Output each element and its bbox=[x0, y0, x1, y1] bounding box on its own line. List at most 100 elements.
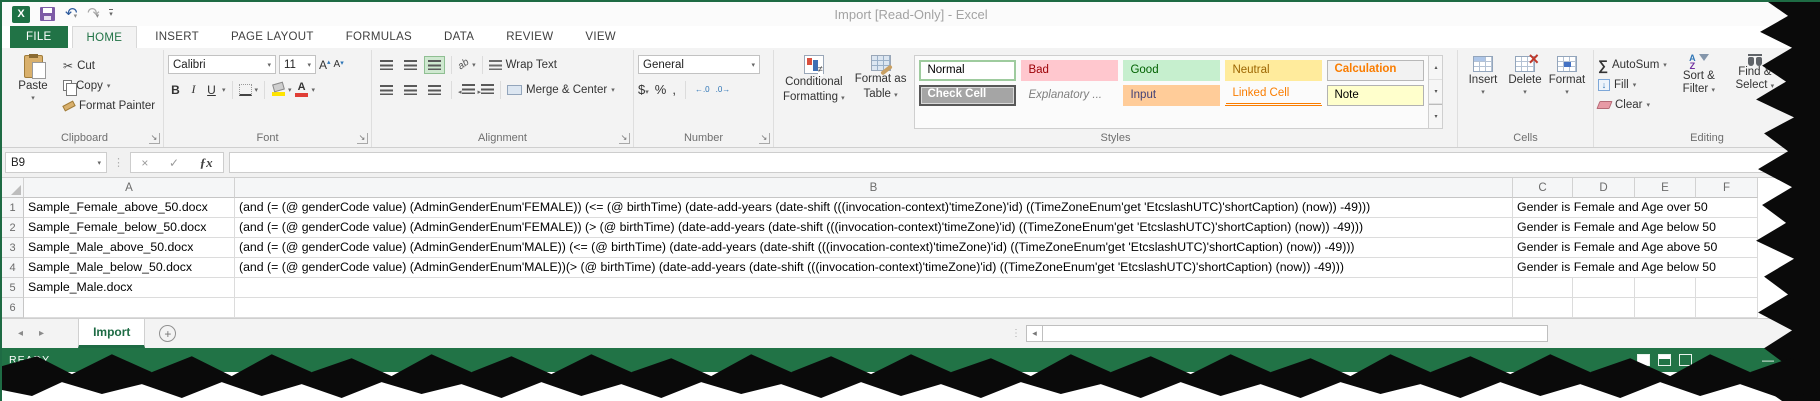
cell-a3[interactable]: Sample_Male_above_50.docx bbox=[24, 238, 235, 258]
tab-data[interactable]: DATA bbox=[430, 26, 488, 48]
paste-button[interactable]: Paste ▾ bbox=[10, 52, 56, 132]
currency-button[interactable]: $▾ bbox=[638, 81, 649, 99]
clear-button[interactable]: Clear ▾ bbox=[1598, 95, 1667, 115]
row-number[interactable]: 2 bbox=[2, 218, 24, 238]
cell-c1[interactable]: Gender is Female and Age over 50 bbox=[1513, 198, 1758, 218]
middle-align-button[interactable] bbox=[400, 56, 421, 74]
delete-button[interactable]: Delete ▾ bbox=[1504, 52, 1546, 132]
horizontal-scroll-track[interactable] bbox=[1043, 325, 1548, 342]
column-header-f[interactable]: F bbox=[1696, 178, 1758, 198]
name-box[interactable]: B9 ▾ bbox=[5, 152, 107, 173]
format-as-table-button[interactable]: Format as Table ▾ bbox=[850, 52, 912, 132]
merge-center-button[interactable]: Merge & Center ▾ bbox=[507, 77, 615, 102]
increase-indent-button[interactable]: ▸ bbox=[478, 81, 495, 99]
align-left-button[interactable] bbox=[376, 81, 397, 99]
normal-view-icon[interactable] bbox=[1637, 354, 1650, 366]
cell-a5[interactable]: Sample_Male.docx bbox=[24, 278, 235, 298]
style-check-cell[interactable]: Check Cell bbox=[919, 85, 1016, 106]
decrease-font-button[interactable]: A▾ bbox=[334, 59, 344, 70]
row-number[interactable]: 3 bbox=[2, 238, 24, 258]
style-explanatory[interactable]: Explanatory ... bbox=[1021, 85, 1118, 106]
cell-b1[interactable]: (and (= (@ genderCode value) (AdminGende… bbox=[235, 198, 1513, 218]
chevron-down-icon[interactable]: ▾ bbox=[288, 86, 292, 94]
fill-color-icon[interactable] bbox=[271, 83, 285, 96]
style-linked-cell[interactable]: Linked Cell bbox=[1225, 85, 1322, 106]
increase-font-button[interactable]: A▴ bbox=[319, 58, 331, 72]
cell-c6[interactable] bbox=[1513, 298, 1573, 318]
cell-c4[interactable]: Gender is Female and Age below 50 bbox=[1513, 258, 1758, 278]
chevron-down-icon[interactable]: ▾ bbox=[312, 86, 316, 94]
bottom-align-button[interactable] bbox=[424, 56, 445, 74]
tab-view[interactable]: VIEW bbox=[571, 26, 630, 48]
dialog-launcher-icon[interactable]: ↘ bbox=[149, 133, 160, 144]
font-color-icon[interactable]: A bbox=[295, 82, 309, 97]
borders-icon[interactable] bbox=[239, 84, 252, 96]
chevron-down-icon[interactable]: ▾ bbox=[222, 86, 226, 94]
cut-button[interactable]: ✂ Cut bbox=[63, 57, 155, 74]
top-align-button[interactable] bbox=[376, 56, 397, 74]
sheet-tab-import[interactable]: Import bbox=[78, 319, 145, 348]
cell-f6[interactable] bbox=[1696, 298, 1758, 318]
cell-f5[interactable] bbox=[1696, 278, 1758, 298]
gallery-more-icon[interactable]: ▾ bbox=[1429, 104, 1442, 128]
cell-d5[interactable] bbox=[1573, 278, 1635, 298]
tab-page-layout[interactable]: PAGE LAYOUT bbox=[217, 26, 328, 48]
tab-review[interactable]: REVIEW bbox=[492, 26, 567, 48]
cell-b2[interactable]: (and (= (@ genderCode value) (AdminGende… bbox=[235, 218, 1513, 238]
row-number[interactable]: 6 bbox=[2, 298, 24, 318]
cell-b5[interactable] bbox=[235, 278, 1513, 298]
font-size-combo[interactable]: 11 ▾ bbox=[279, 55, 316, 74]
cell-c2[interactable]: Gender is Female and Age below 50 bbox=[1513, 218, 1758, 238]
dialog-launcher-icon[interactable]: ↘ bbox=[759, 133, 770, 144]
style-input[interactable]: Input bbox=[1123, 85, 1220, 106]
comma-button[interactable]: , bbox=[672, 82, 676, 97]
tab-home[interactable]: HOME bbox=[72, 26, 138, 48]
italic-button[interactable]: I bbox=[186, 82, 201, 97]
row-number[interactable]: 1 bbox=[2, 198, 24, 218]
chevron-down-icon[interactable]: ▾ bbox=[255, 86, 259, 94]
horizontal-scrollbar[interactable]: ◂ bbox=[1026, 325, 1548, 342]
style-calculation[interactable]: Calculation bbox=[1327, 60, 1424, 81]
dialog-launcher-icon[interactable]: ↘ bbox=[357, 133, 368, 144]
zoom-out-icon[interactable]: — bbox=[1762, 353, 1774, 367]
style-neutral[interactable]: Neutral bbox=[1225, 60, 1322, 81]
column-header-c[interactable]: C bbox=[1513, 178, 1573, 198]
column-header-b[interactable]: B bbox=[235, 178, 1513, 198]
redo-button[interactable]: ↷▾ bbox=[87, 5, 99, 23]
cell-c5[interactable] bbox=[1513, 278, 1573, 298]
cell-e6[interactable] bbox=[1635, 298, 1696, 318]
row-number[interactable]: 5 bbox=[2, 278, 24, 298]
underline-button[interactable]: U bbox=[204, 83, 219, 97]
customize-qat-icon[interactable]: ▾ bbox=[109, 9, 113, 19]
style-good[interactable]: Good bbox=[1123, 60, 1220, 81]
increase-decimal-icon[interactable]: ←.0 bbox=[695, 86, 710, 94]
decrease-indent-button[interactable]: ◂ bbox=[458, 81, 475, 99]
tab-insert[interactable]: INSERT bbox=[141, 26, 213, 48]
tab-scroll-splitter-icon[interactable]: ⋮ bbox=[1006, 328, 1026, 339]
gallery-scroll-up-icon[interactable]: ▴ bbox=[1429, 56, 1442, 80]
find-select-button[interactable]: Find & Select ▾ bbox=[1731, 52, 1779, 132]
cell-d6[interactable] bbox=[1573, 298, 1635, 318]
cell-c3[interactable]: Gender is Female and Age above 50 bbox=[1513, 238, 1758, 258]
cell-b3[interactable]: (and (= (@ genderCode value) (AdminGende… bbox=[235, 238, 1513, 258]
autosum-button[interactable]: ∑ AutoSum ▾ bbox=[1598, 55, 1667, 75]
page-layout-view-icon[interactable] bbox=[1658, 354, 1671, 366]
gallery-scroll-down-icon[interactable]: ▾ bbox=[1429, 80, 1442, 104]
undo-button[interactable]: ↶▾ bbox=[65, 5, 77, 23]
sheet-nav-right-icon[interactable]: ▸ bbox=[31, 328, 52, 339]
percent-button[interactable]: % bbox=[655, 82, 667, 97]
formula-input[interactable] bbox=[229, 152, 1820, 173]
page-break-view-icon[interactable] bbox=[1679, 354, 1692, 366]
copy-button[interactable]: Copy ▾ bbox=[63, 77, 155, 94]
new-sheet-button[interactable]: + bbox=[159, 325, 176, 342]
insert-button[interactable]: Insert ▾ bbox=[1462, 52, 1504, 132]
scroll-left-icon[interactable]: ◂ bbox=[1026, 325, 1043, 342]
align-right-button[interactable] bbox=[424, 81, 445, 99]
row-number[interactable]: 4 bbox=[2, 258, 24, 278]
enter-check-icon[interactable]: ✓ bbox=[169, 156, 179, 170]
column-header-a[interactable]: A bbox=[24, 178, 235, 198]
sheet-nav-left-icon[interactable]: ◂ bbox=[10, 328, 31, 339]
column-header-e[interactable]: E bbox=[1635, 178, 1696, 198]
number-format-combo[interactable]: General ▾ bbox=[638, 55, 760, 74]
tab-formulas[interactable]: FORMULAS bbox=[332, 26, 426, 48]
